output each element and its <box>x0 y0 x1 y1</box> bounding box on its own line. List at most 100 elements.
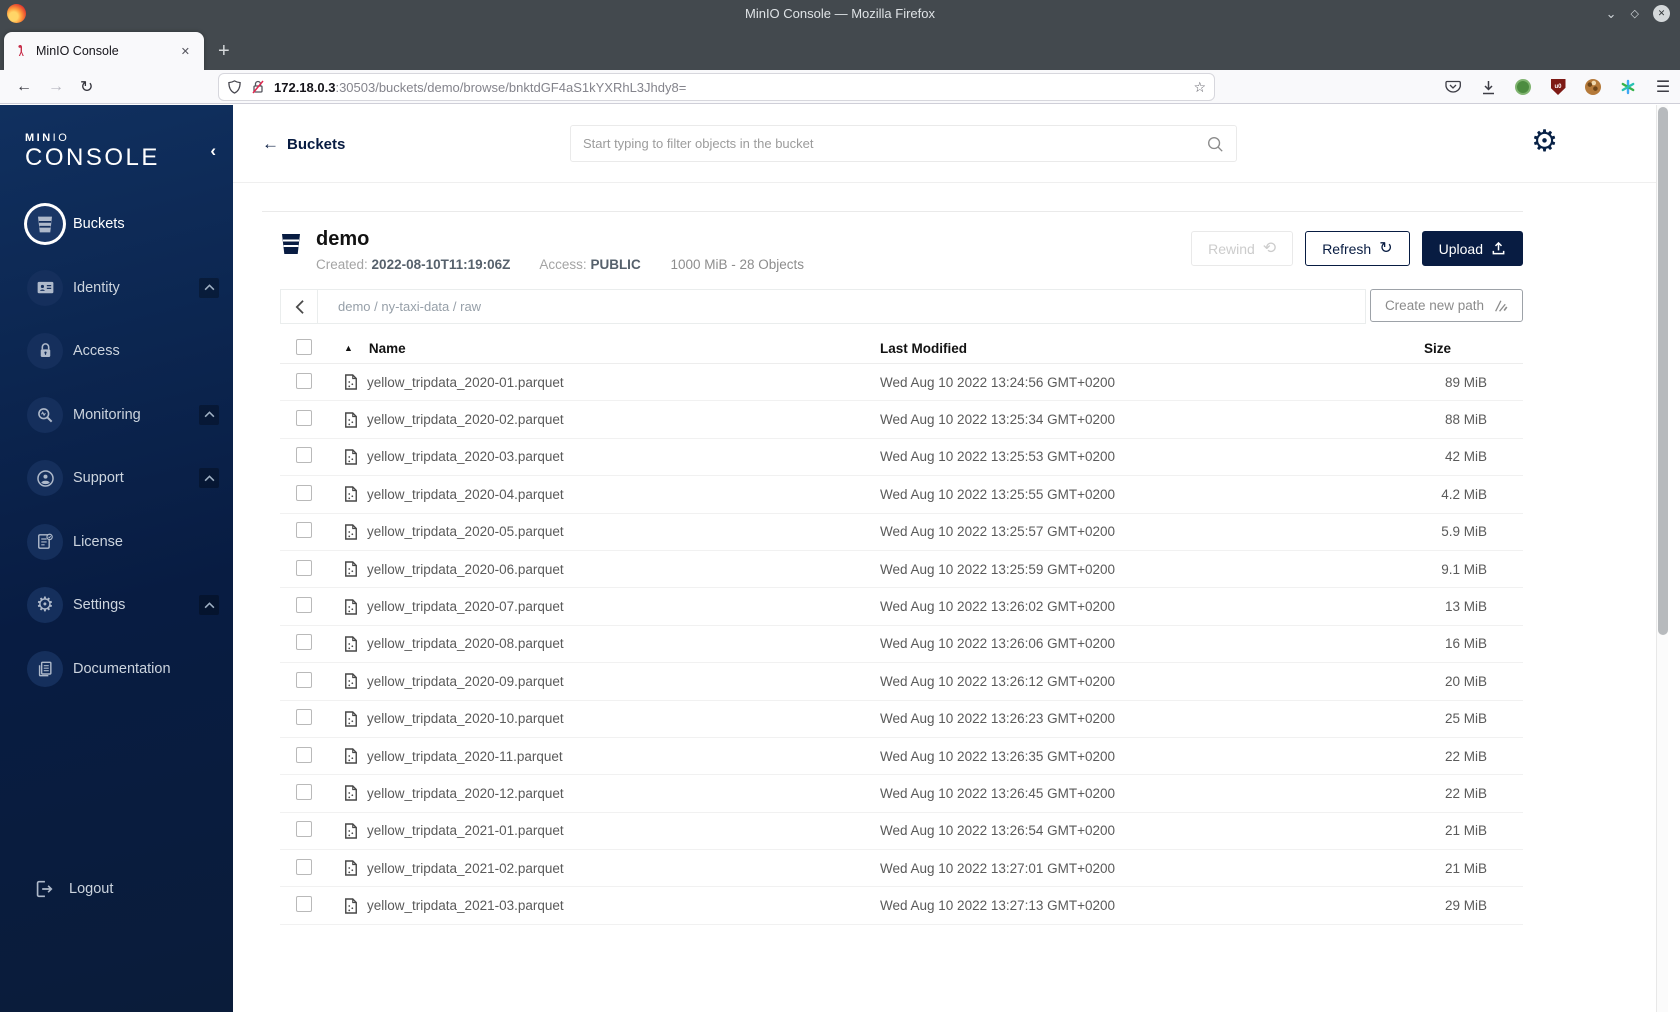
row-checkbox[interactable] <box>296 671 312 688</box>
new-tab-button[interactable]: + <box>218 41 230 61</box>
window-minimize-button[interactable]: ⌄ <box>1606 7 1617 20</box>
sidebar-item-documentation[interactable]: Documentation <box>0 647 233 691</box>
sidebar-collapse-icon[interactable]: ‹ <box>210 141 216 161</box>
sidebar-item-buckets[interactable]: Buckets <box>0 202 233 246</box>
window-maximize-button[interactable]: ◇ <box>1631 7 1639 20</box>
object-name[interactable]: yellow_tripdata_2020-01.parquet <box>367 375 564 390</box>
row-checkbox[interactable] <box>296 447 312 464</box>
url-bar[interactable]: 172.18.0.3:30503/buckets/demo/browse/bnk… <box>218 73 1215 101</box>
path-back-chevron[interactable] <box>281 290 318 323</box>
table-row[interactable]: yellow_tripdata_2021-02.parquet Wed Aug … <box>280 850 1523 888</box>
extension-green-icon[interactable] <box>1515 79 1531 95</box>
select-all-checkbox[interactable] <box>296 338 312 355</box>
object-name[interactable]: yellow_tripdata_2020-08.parquet <box>367 636 564 651</box>
object-file-icon <box>344 449 358 465</box>
object-name[interactable]: yellow_tripdata_2020-05.parquet <box>367 524 564 539</box>
sidebar-item-access[interactable]: Access <box>0 329 233 373</box>
sidebar-item-identity[interactable]: Identity <box>0 266 233 310</box>
create-new-path-button[interactable]: Create new path <box>1369 289 1523 322</box>
object-name[interactable]: yellow_tripdata_2021-03.parquet <box>367 898 564 913</box>
table-row[interactable]: yellow_tripdata_2020-05.parquet Wed Aug … <box>280 514 1523 551</box>
row-checkbox[interactable] <box>296 410 312 427</box>
table-row[interactable]: yellow_tripdata_2020-11.parquet Wed Aug … <box>280 738 1523 776</box>
object-name[interactable]: yellow_tripdata_2020-07.parquet <box>367 599 564 614</box>
scrollbar-thumb[interactable] <box>1658 107 1668 635</box>
table-row[interactable]: yellow_tripdata_2020-02.parquet Wed Aug … <box>280 401 1523 439</box>
table-row[interactable]: yellow_tripdata_2020-04.parquet Wed Aug … <box>280 476 1523 514</box>
object-name[interactable]: yellow_tripdata_2020-11.parquet <box>367 749 563 764</box>
table-row[interactable]: yellow_tripdata_2020-10.parquet Wed Aug … <box>280 701 1523 738</box>
url-text[interactable]: 172.18.0.3:30503/buckets/demo/browse/bnk… <box>274 80 1193 95</box>
refresh-button[interactable]: Refresh ↻ <box>1305 231 1410 266</box>
row-checkbox[interactable] <box>296 783 312 800</box>
chevron-up-icon[interactable] <box>199 468 219 488</box>
table-row[interactable]: yellow_tripdata_2020-06.parquet Wed Aug … <box>280 551 1523 589</box>
table-row[interactable]: yellow_tripdata_2020-07.parquet Wed Aug … <box>280 588 1523 626</box>
object-file-icon <box>344 486 358 503</box>
chevron-up-icon[interactable] <box>199 277 219 298</box>
sidebar-item-license[interactable]: License <box>0 520 233 564</box>
row-checkbox[interactable] <box>296 858 312 875</box>
page-scrollbar[interactable] <box>1656 105 1668 1012</box>
object-name[interactable]: yellow_tripdata_2020-10.parquet <box>367 711 564 726</box>
row-checkbox[interactable] <box>296 559 312 576</box>
row-checkbox[interactable] <box>296 522 312 539</box>
tab-minio-console[interactable]: MinIO Console ✕ <box>4 32 204 70</box>
table-row[interactable]: yellow_tripdata_2021-01.parquet Wed Aug … <box>280 813 1523 851</box>
object-name[interactable]: yellow_tripdata_2020-09.parquet <box>367 674 564 689</box>
bookmark-star-icon[interactable]: ☆ <box>1193 79 1206 96</box>
rewind-button[interactable]: Rewind ⟲ <box>1191 231 1294 266</box>
ublock-extension-icon[interactable]: u0 <box>1550 79 1566 95</box>
extension-asterisk-icon[interactable] <box>1619 78 1637 96</box>
object-name[interactable]: yellow_tripdata_2020-06.parquet <box>367 562 564 577</box>
table-row[interactable]: yellow_tripdata_2020-01.parquet Wed Aug … <box>280 364 1523 402</box>
settings-gear-icon[interactable]: ⚙ <box>1531 127 1558 157</box>
table-row[interactable]: yellow_tripdata_2020-12.parquet Wed Aug … <box>280 775 1523 813</box>
reload-button[interactable]: ↻ <box>80 77 93 97</box>
firefox-logo-icon <box>7 4 26 23</box>
sidebar-item-settings[interactable]: ⚙ Settings <box>0 583 233 627</box>
sidebar-item-support[interactable]: Support <box>0 456 233 500</box>
object-name[interactable]: yellow_tripdata_2021-01.parquet <box>367 823 564 838</box>
column-header-name[interactable]: ▲ Name <box>324 341 880 356</box>
cookie-extension-icon[interactable] <box>1585 79 1601 95</box>
row-checkbox[interactable] <box>296 709 312 726</box>
row-checkbox[interactable] <box>296 896 312 913</box>
row-checkbox[interactable] <box>296 597 312 614</box>
tab-close-icon[interactable]: ✕ <box>177 43 194 60</box>
menu-icon[interactable]: ☰ <box>1654 78 1672 96</box>
upload-button[interactable]: Upload <box>1421 231 1523 266</box>
back-button[interactable]: ← <box>16 78 32 96</box>
sidebar-item-monitoring[interactable]: Monitoring <box>0 393 233 437</box>
object-name[interactable]: yellow_tripdata_2021-02.parquet <box>367 861 564 876</box>
row-checkbox[interactable] <box>296 821 312 838</box>
object-name[interactable]: yellow_tripdata_2020-03.parquet <box>367 449 564 464</box>
back-to-buckets-link[interactable]: ← Buckets <box>262 134 345 154</box>
table-row[interactable]: yellow_tripdata_2020-09.parquet Wed Aug … <box>280 663 1523 701</box>
row-checkbox[interactable] <box>296 634 312 651</box>
table-row[interactable]: yellow_tripdata_2021-03.parquet Wed Aug … <box>280 887 1523 925</box>
shield-icon[interactable] <box>227 79 242 95</box>
breadcrumb[interactable]: demo / ny-taxi-data / raw <box>338 299 481 314</box>
lock-insecure-icon[interactable] <box>251 79 265 95</box>
search-input[interactable] <box>583 136 1206 151</box>
sidebar-item-logout[interactable]: Logout <box>33 878 113 900</box>
column-header-size[interactable]: Size <box>1424 341 1523 356</box>
object-name[interactable]: yellow_tripdata_2020-12.parquet <box>367 786 564 801</box>
chevron-up-icon[interactable] <box>199 404 219 425</box>
window-close-button[interactable]: ✕ <box>1653 5 1670 22</box>
object-name[interactable]: yellow_tripdata_2020-02.parquet <box>367 412 564 427</box>
table-row[interactable]: yellow_tripdata_2020-03.parquet Wed Aug … <box>280 439 1523 477</box>
row-checkbox[interactable] <box>296 372 312 389</box>
access-value: PUBLIC <box>590 257 641 272</box>
chevron-up-icon[interactable] <box>199 595 219 615</box>
column-header-last-modified[interactable]: Last Modified <box>880 341 1424 356</box>
row-checkbox[interactable] <box>296 746 312 763</box>
table-row[interactable]: yellow_tripdata_2020-08.parquet Wed Aug … <box>280 626 1523 664</box>
pocket-icon[interactable] <box>1444 78 1462 96</box>
downloads-icon[interactable] <box>1479 78 1497 96</box>
row-checkbox[interactable] <box>296 484 312 501</box>
object-name[interactable]: yellow_tripdata_2020-04.parquet <box>367 487 564 502</box>
forward-button[interactable]: → <box>48 78 64 96</box>
object-last-modified: Wed Aug 10 2022 13:26:35 GMT+0200 <box>880 748 1116 764</box>
